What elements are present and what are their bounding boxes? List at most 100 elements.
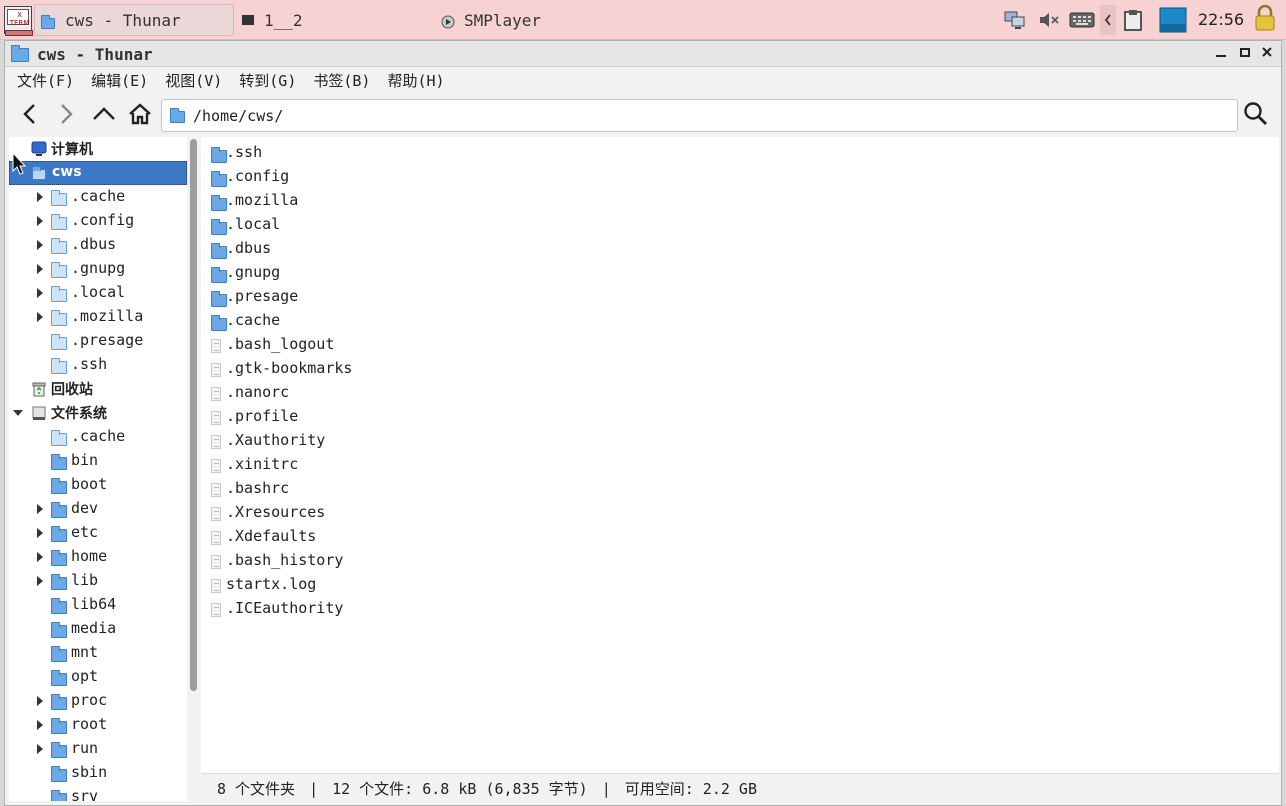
parent-folder-button[interactable] (89, 99, 119, 129)
file-list-item[interactable]: startx.log (201, 573, 501, 597)
taskbar-item-smplayer[interactable]: SMPlayer (438, 4, 638, 36)
file-list-item[interactable]: .xinitrc (201, 453, 501, 477)
sidebar-item-label: 计算机 (51, 142, 93, 158)
expander-down-icon[interactable] (13, 410, 23, 416)
sidebar-item[interactable]: bin (9, 449, 187, 473)
expander-right-icon[interactable] (37, 288, 43, 298)
menu-go[interactable]: 转到(G) (239, 70, 296, 91)
expander-right-icon[interactable] (37, 240, 43, 250)
expander-right-icon[interactable] (37, 744, 43, 754)
folder-icon (51, 622, 67, 642)
sidebar-item[interactable]: boot (9, 473, 187, 497)
desktop-switcher-icon[interactable] (1158, 7, 1188, 33)
sidebar-item[interactable]: opt (9, 665, 187, 689)
sidebar-item[interactable]: 回收站 (9, 377, 187, 401)
lock-screen-icon[interactable] (1252, 4, 1278, 31)
sidebar-item[interactable]: media (9, 617, 187, 641)
expander-right-icon[interactable] (37, 312, 43, 322)
expander-right-icon[interactable] (37, 720, 43, 730)
expander-right-icon[interactable] (37, 576, 43, 586)
taskbar-item-thunar[interactable]: cws - Thunar (34, 4, 234, 36)
sidebar-item[interactable]: dev (9, 497, 187, 521)
expander-right-icon[interactable] (37, 192, 43, 202)
drive-icon (31, 405, 47, 425)
sidebar-item[interactable]: .local (9, 281, 187, 305)
sidebar-item-label: 回收站 (51, 382, 93, 398)
location-bar[interactable]: /home/cws/ (161, 99, 1238, 132)
maximize-button[interactable] (1235, 43, 1255, 63)
expander-right-icon[interactable] (37, 528, 43, 538)
folder-icon (51, 526, 67, 546)
file-list-item[interactable]: .dbus (201, 237, 501, 261)
file-list-item[interactable]: .cache (201, 309, 501, 333)
folder-icon (51, 430, 67, 450)
file-list-item[interactable]: .ICEauthority (201, 597, 501, 621)
sidebar-item[interactable]: .ssh (9, 353, 187, 377)
expander-right-icon[interactable] (37, 504, 43, 514)
tray-expand-chevron-icon[interactable] (1100, 5, 1116, 35)
window-titlebar[interactable]: cws - Thunar (5, 41, 1281, 67)
menu-help[interactable]: 帮助(H) (387, 70, 444, 91)
search-button[interactable] (1241, 99, 1271, 129)
file-list-item[interactable]: .bash_logout (201, 333, 501, 357)
back-button[interactable] (15, 99, 45, 129)
sidebar-item[interactable]: 计算机 (9, 137, 187, 161)
status-file-summary: 12 个文件: 6.8 kB (6,835 字节) (332, 780, 588, 798)
file-list-item[interactable]: .config (201, 165, 501, 189)
expander-right-icon[interactable] (37, 264, 43, 274)
sidebar-item[interactable]: 文件系统 (9, 401, 187, 425)
menu-file[interactable]: 文件(F) (17, 70, 74, 91)
sidebar-item[interactable]: home (9, 545, 187, 569)
file-list-item[interactable]: .Xresources (201, 501, 501, 525)
taskbar-item-terminal[interactable]: 1__2 (238, 4, 428, 36)
chevron-right-icon (61, 104, 73, 124)
sidebar-item[interactable]: srv (9, 785, 187, 801)
file-list-item[interactable]: .ssh (201, 141, 501, 165)
file-list-item[interactable]: .gtk-bookmarks (201, 357, 501, 381)
file-icon (211, 579, 221, 597)
expander-right-icon[interactable] (37, 216, 43, 226)
menu-bookmarks[interactable]: 书签(B) (313, 70, 370, 91)
volume-muted-icon[interactable] (1036, 8, 1062, 32)
file-list-item[interactable]: .bashrc (201, 477, 501, 501)
file-list-item[interactable]: .gnupg (201, 261, 501, 285)
file-list-item[interactable]: .nanorc (201, 381, 501, 405)
file-list-item[interactable]: .Xdefaults (201, 525, 501, 549)
close-button[interactable] (1257, 43, 1277, 63)
sidebar-item[interactable]: etc (9, 521, 187, 545)
file-list-item[interactable]: .profile (201, 405, 501, 429)
expander-right-icon[interactable] (37, 552, 43, 562)
minimize-button[interactable] (1211, 43, 1231, 63)
menu-view[interactable]: 视图(V) (165, 70, 222, 91)
sidebar-item[interactable]: .presage (9, 329, 187, 353)
network-icon[interactable] (1002, 8, 1028, 32)
sidebar-item[interactable]: .cache (9, 425, 187, 449)
sidebar-item[interactable]: sbin (9, 761, 187, 785)
sidebar-item[interactable]: lib (9, 569, 187, 593)
sidebar-item[interactable]: proc (9, 689, 187, 713)
forward-button[interactable] (51, 99, 81, 129)
sidebar-scrollbar-thumb[interactable] (190, 139, 197, 691)
keyboard-icon[interactable] (1068, 8, 1096, 32)
sidebar-item[interactable]: mnt (9, 641, 187, 665)
sidebar-item[interactable]: root (9, 713, 187, 737)
file-list-item[interactable]: .mozilla (201, 189, 501, 213)
sidebar-item[interactable]: .config (9, 209, 187, 233)
xterm-launcher-icon[interactable]: X TERM (4, 6, 33, 36)
panel-clock[interactable]: 22:56 (1198, 10, 1244, 29)
sidebar-item[interactable]: .gnupg (9, 257, 187, 281)
file-list-item[interactable]: .local (201, 213, 501, 237)
home-button[interactable] (125, 99, 155, 129)
clipboard-icon[interactable] (1120, 8, 1146, 32)
file-list-item[interactable]: .Xauthority (201, 429, 501, 453)
file-list-item[interactable]: .bash_history (201, 549, 501, 573)
sidebar-item[interactable]: .dbus (9, 233, 187, 257)
expander-right-icon[interactable] (37, 696, 43, 706)
sidebar-item[interactable]: .mozilla (9, 305, 187, 329)
sidebar-item[interactable]: lib64 (9, 593, 187, 617)
menu-edit[interactable]: 编辑(E) (91, 70, 148, 91)
sidebar-item[interactable]: run (9, 737, 187, 761)
file-list-item[interactable]: .presage (201, 285, 501, 309)
sidebar-item[interactable]: cws (9, 161, 187, 185)
sidebar-item[interactable]: .cache (9, 185, 187, 209)
